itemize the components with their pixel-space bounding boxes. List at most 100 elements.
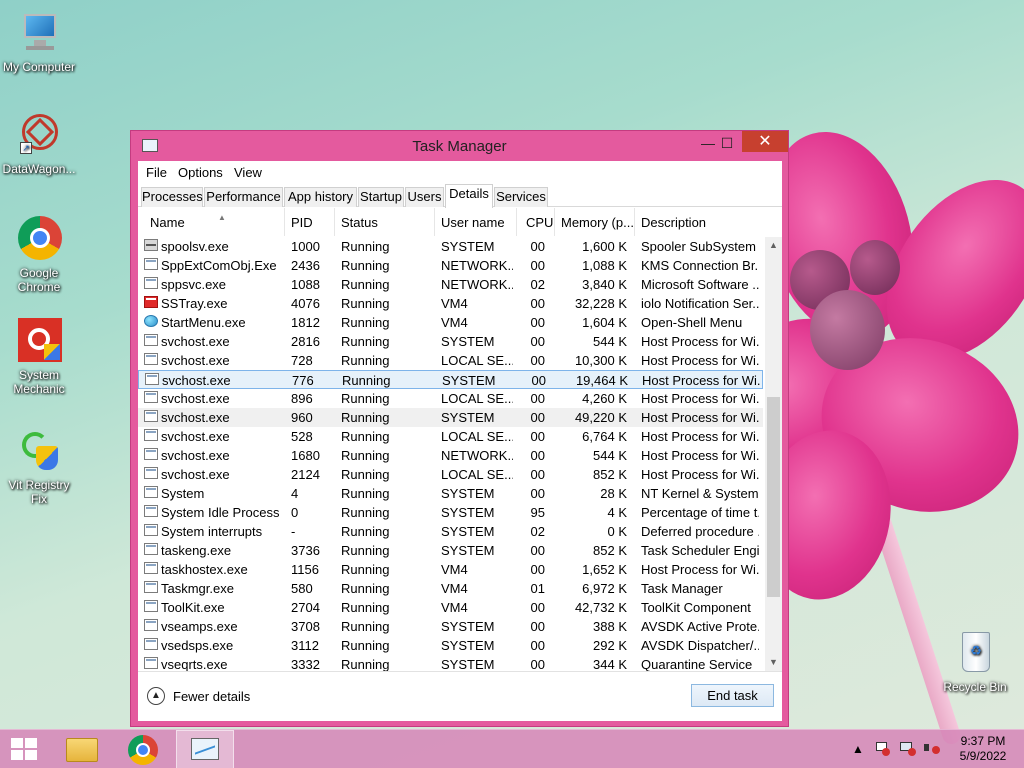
cell-user: SYSTEM xyxy=(441,334,495,349)
cell-cpu: 00 xyxy=(530,334,545,349)
cell-cpu: 00 xyxy=(530,600,545,615)
cell-status: Running xyxy=(341,657,390,671)
scroll-up-icon[interactable]: ▲ xyxy=(765,237,782,254)
cell-desc: Quarantine Service xyxy=(641,657,753,671)
cell-mem: 344 K xyxy=(593,657,627,671)
cell-user: LOCAL SE... xyxy=(441,353,513,368)
desktop-icon-recycle-bin[interactable]: ♻ Recycle Bin xyxy=(940,630,1010,694)
column-header-name[interactable]: ▲ Name xyxy=(150,213,226,230)
table-row[interactable]: ToolKit.exe 2704 Running VM4 00 42,732 K ToolK… xyxy=(138,598,763,617)
tab-details[interactable]: Details xyxy=(445,184,493,208)
cell-desc: ToolKit Component xyxy=(641,600,751,615)
cell-name: svchost.exe xyxy=(161,391,230,406)
table-row[interactable]: StartMenu.exe 1812 Running VM4 00 1,604 K Open… xyxy=(138,313,763,332)
table-row[interactable]: System interrupts - Running SYSTEM 02 0 K Defe… xyxy=(138,522,763,541)
desktop-icon-datawagon[interactable]: ↗ DataWagon... xyxy=(0,106,78,176)
table-row[interactable]: Taskmgr.exe 580 Running VM4 01 6,972 K Task Ma… xyxy=(138,579,763,598)
column-header-memory[interactable]: Memory (p... xyxy=(561,215,634,230)
column-header-cpu[interactable]: CPU xyxy=(526,215,553,230)
table-row[interactable]: taskeng.exe 3736 Running SYSTEM 00 852 K Task … xyxy=(138,541,763,560)
column-header-user-name[interactable]: User name xyxy=(441,215,505,230)
cell-status: Running xyxy=(341,296,390,311)
table-row[interactable]: svchost.exe 2124 Running LOCAL SE... 00 852 K… xyxy=(138,465,763,484)
column-header-pid[interactable]: PID xyxy=(291,215,313,230)
volume-muted-icon[interactable] xyxy=(922,740,940,756)
end-task-button[interactable]: End task xyxy=(691,684,774,707)
tab-startup[interactable]: Startup xyxy=(358,187,404,207)
cell-name: vseamps.exe xyxy=(161,619,238,634)
menu-view[interactable]: View xyxy=(234,165,262,180)
cell-name: System Idle Process xyxy=(161,505,280,520)
taskbar-chrome[interactable] xyxy=(114,730,172,768)
table-row[interactable]: svchost.exe 776 Running SYSTEM 00 19,464 K Hos… xyxy=(138,370,763,389)
desktop-icon-google-chrome[interactable]: Google Chrome xyxy=(0,216,78,294)
menu-file[interactable]: File xyxy=(146,165,167,180)
cell-user: SYSTEM xyxy=(441,486,495,501)
table-row[interactable]: svchost.exe 1680 Running NETWORK... 00 544 K H… xyxy=(138,446,763,465)
cell-user: LOCAL SE... xyxy=(441,429,513,444)
cell-pid: 1088 xyxy=(291,277,320,292)
table-row[interactable]: svchost.exe 528 Running LOCAL SE... 00 6,764 … xyxy=(138,427,763,446)
network-icon[interactable] xyxy=(898,740,916,756)
desktop-icon-my-computer[interactable]: My Computer xyxy=(0,10,78,74)
tab-processes[interactable]: Processes xyxy=(141,187,203,207)
clock[interactable]: 9:37 PM 5/9/2022 xyxy=(950,734,1016,764)
cell-cpu: 00 xyxy=(530,353,545,368)
cell-mem: 10,300 K xyxy=(574,353,627,368)
cell-pid: 728 xyxy=(291,353,313,368)
table-row[interactable]: taskhostex.exe 1156 Running VM4 00 1,652 K Hos… xyxy=(138,560,763,579)
cell-user: NETWORK... xyxy=(441,258,513,273)
cell-desc: Host Process for Wi... xyxy=(641,334,759,349)
table-row[interactable]: sppsvc.exe 1088 Running NETWORK... 02 3,840 K… xyxy=(138,275,763,294)
maximize-button[interactable]: ☐ xyxy=(712,132,742,154)
app-icon xyxy=(144,448,158,460)
table-row[interactable]: vseqrts.exe 3332 Running SYSTEM 00 344 K Quara… xyxy=(138,655,763,671)
close-button[interactable]: ✕ xyxy=(742,131,788,152)
action-center-flag-icon[interactable] xyxy=(874,740,890,756)
table-row[interactable]: svchost.exe 960 Running SYSTEM 00 49,220 K Hos… xyxy=(138,408,763,427)
recycle-bin-icon: ♻ xyxy=(952,630,998,676)
table-row[interactable]: vsedsps.exe 3112 Running SYSTEM 00 292 K AVSDK… xyxy=(138,636,763,655)
vertical-scrollbar[interactable]: ▲ ▼ xyxy=(765,237,782,671)
table-row[interactable]: svchost.exe 728 Running LOCAL SE... 00 10,300… xyxy=(138,351,763,370)
cell-status: Running xyxy=(341,638,390,653)
cell-user: SYSTEM xyxy=(441,239,495,254)
table-row[interactable]: svchost.exe 896 Running LOCAL SE... 00 4,260 … xyxy=(138,389,763,408)
cell-user: VM4 xyxy=(441,562,468,577)
taskbar-task-manager[interactable] xyxy=(176,730,234,768)
taskbar-file-explorer[interactable] xyxy=(53,730,111,768)
cell-user: SYSTEM xyxy=(441,505,495,520)
table-row[interactable]: SSTray.exe 4076 Running VM4 00 32,228 K iolo N… xyxy=(138,294,763,313)
cell-cpu: 00 xyxy=(530,486,545,501)
cell-pid: 4 xyxy=(291,486,299,501)
cell-desc: Task Scheduler Engi... xyxy=(641,543,759,558)
scroll-down-icon[interactable]: ▼ xyxy=(765,654,782,671)
fewer-details-link[interactable]: Fewer details xyxy=(173,689,250,704)
cell-mem: 4 K xyxy=(607,505,627,520)
show-hidden-icons[interactable]: ▲ xyxy=(852,742,864,768)
tab-users[interactable]: Users xyxy=(405,187,444,207)
cell-cpu: 00 xyxy=(530,296,545,311)
app-icon xyxy=(144,353,158,365)
tab-performance[interactable]: Performance xyxy=(204,187,283,207)
scroll-thumb[interactable] xyxy=(767,397,780,597)
table-row[interactable]: System Idle Process 0 Running SYSTEM 95 4 K Pe… xyxy=(138,503,763,522)
desktop-icon-system-mechanic[interactable]: System Mechanic xyxy=(0,318,78,396)
tab-services[interactable]: Services xyxy=(494,187,548,207)
desktop-icon-vit-registry-fix[interactable]: Vit Registry Fix xyxy=(0,428,78,506)
column-header-description[interactable]: Description xyxy=(641,215,706,230)
column-header-status[interactable]: Status xyxy=(341,215,378,230)
chevron-up-icon[interactable]: ▲ xyxy=(147,687,165,705)
table-row[interactable]: SppExtComObj.Exe 2436 Running NETWORK... 00 1… xyxy=(138,256,763,275)
tab-app-history[interactable]: App history xyxy=(284,187,357,207)
start-button[interactable] xyxy=(0,730,58,768)
cell-cpu: 02 xyxy=(530,524,545,539)
table-row[interactable]: spoolsv.exe 1000 Running SYSTEM 00 1,600 K Spo… xyxy=(138,237,763,256)
table-row[interactable]: vseamps.exe 3708 Running SYSTEM 00 388 K AVSDK… xyxy=(138,617,763,636)
cell-pid: 960 xyxy=(291,410,313,425)
table-row[interactable]: System 4 Running SYSTEM 00 28 K NT Kernel & Sy… xyxy=(138,484,763,503)
title-bar[interactable]: Task Manager — ☐ ✕ xyxy=(131,131,788,161)
cell-status: Running xyxy=(341,353,390,368)
table-row[interactable]: svchost.exe 2816 Running SYSTEM 00 544 K Host … xyxy=(138,332,763,351)
menu-options[interactable]: Options xyxy=(178,165,223,180)
